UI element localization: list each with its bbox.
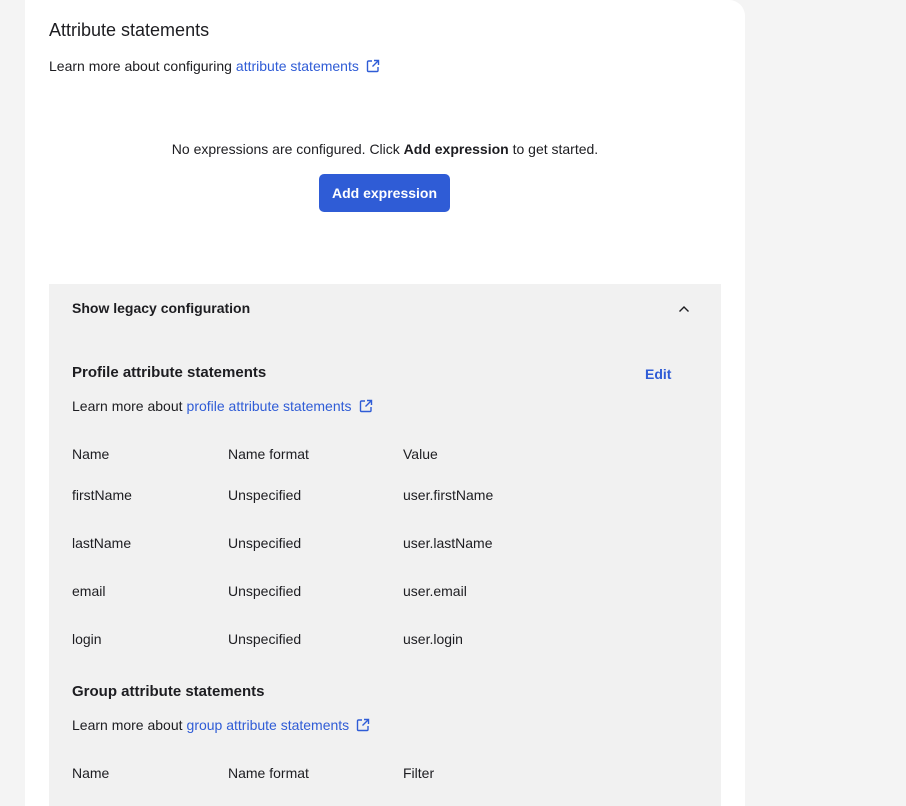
- link-label: group attribute statements: [186, 717, 350, 733]
- profile-attribute-statements-link[interactable]: profile attribute statements: [187, 398, 373, 414]
- learn-more-text: Learn more about configuring: [49, 58, 232, 74]
- cell-value: user.email: [403, 583, 467, 599]
- cell-name-format: Unspecified: [228, 631, 302, 647]
- legacy-toggle-label: Show legacy configuration: [72, 300, 251, 316]
- card-title: Attribute statements: [49, 20, 210, 40]
- external-link-icon: [366, 59, 380, 73]
- cell-value: user.login: [403, 631, 463, 647]
- learn-more-text: Learn more about: [72, 398, 183, 414]
- empty-text-before: No expressions are configured. Click: [171, 141, 400, 157]
- external-link-icon: [359, 399, 372, 413]
- add-expression-button[interactable]: Add expression: [319, 174, 450, 212]
- cell-name-format: Unspecified: [228, 583, 302, 599]
- column-header-name-format: Name format: [228, 765, 309, 781]
- edit-button[interactable]: Edit: [645, 366, 671, 382]
- cell-value: user.firstName: [403, 487, 494, 503]
- empty-text-bold: Add expression: [403, 141, 509, 157]
- profile-learn-more-line: Learn more about profile attribute state…: [72, 398, 373, 414]
- chevron-up-icon: [679, 306, 689, 312]
- attribute-statements-link[interactable]: attribute statements: [236, 58, 380, 74]
- empty-state-message: No expressions are configured. Click Add…: [25, 141, 745, 157]
- column-header-name: Name: [72, 765, 110, 781]
- cell-name: firstName: [72, 487, 132, 503]
- learn-more-text: Learn more about: [72, 717, 183, 733]
- cell-name: login: [72, 631, 102, 647]
- learn-more-line: Learn more about configuring attribute s…: [49, 58, 380, 74]
- column-header-filter: Filter: [403, 765, 435, 781]
- cell-name: email: [72, 583, 106, 599]
- column-header-name: Name: [72, 446, 110, 462]
- link-label: attribute statements: [235, 58, 359, 74]
- cell-name-format: Unspecified: [228, 535, 302, 551]
- group-section-title: Group attribute statements: [72, 683, 265, 700]
- empty-text-after: to get started.: [512, 141, 599, 157]
- attribute-statements-card: Attribute statements Learn more about co…: [25, 0, 745, 806]
- link-label: profile attribute statements: [186, 398, 352, 414]
- external-link-icon: [356, 718, 370, 732]
- cell-name: lastName: [72, 535, 132, 551]
- cell-value: user.lastName: [403, 535, 493, 551]
- legacy-configuration-toggle[interactable]: Show legacy configuration: [49, 284, 721, 332]
- group-attribute-statements-link[interactable]: group attribute statements: [187, 717, 371, 733]
- column-header-value: Value: [403, 446, 438, 462]
- group-learn-more-line: Learn more about group attribute stateme…: [72, 717, 370, 733]
- legacy-configuration-panel: Show legacy configuration Profile attrib…: [49, 284, 721, 806]
- profile-section-title: Profile attribute statements: [72, 364, 267, 381]
- cell-name-format: Unspecified: [228, 487, 302, 503]
- column-header-name-format: Name format: [228, 446, 309, 462]
